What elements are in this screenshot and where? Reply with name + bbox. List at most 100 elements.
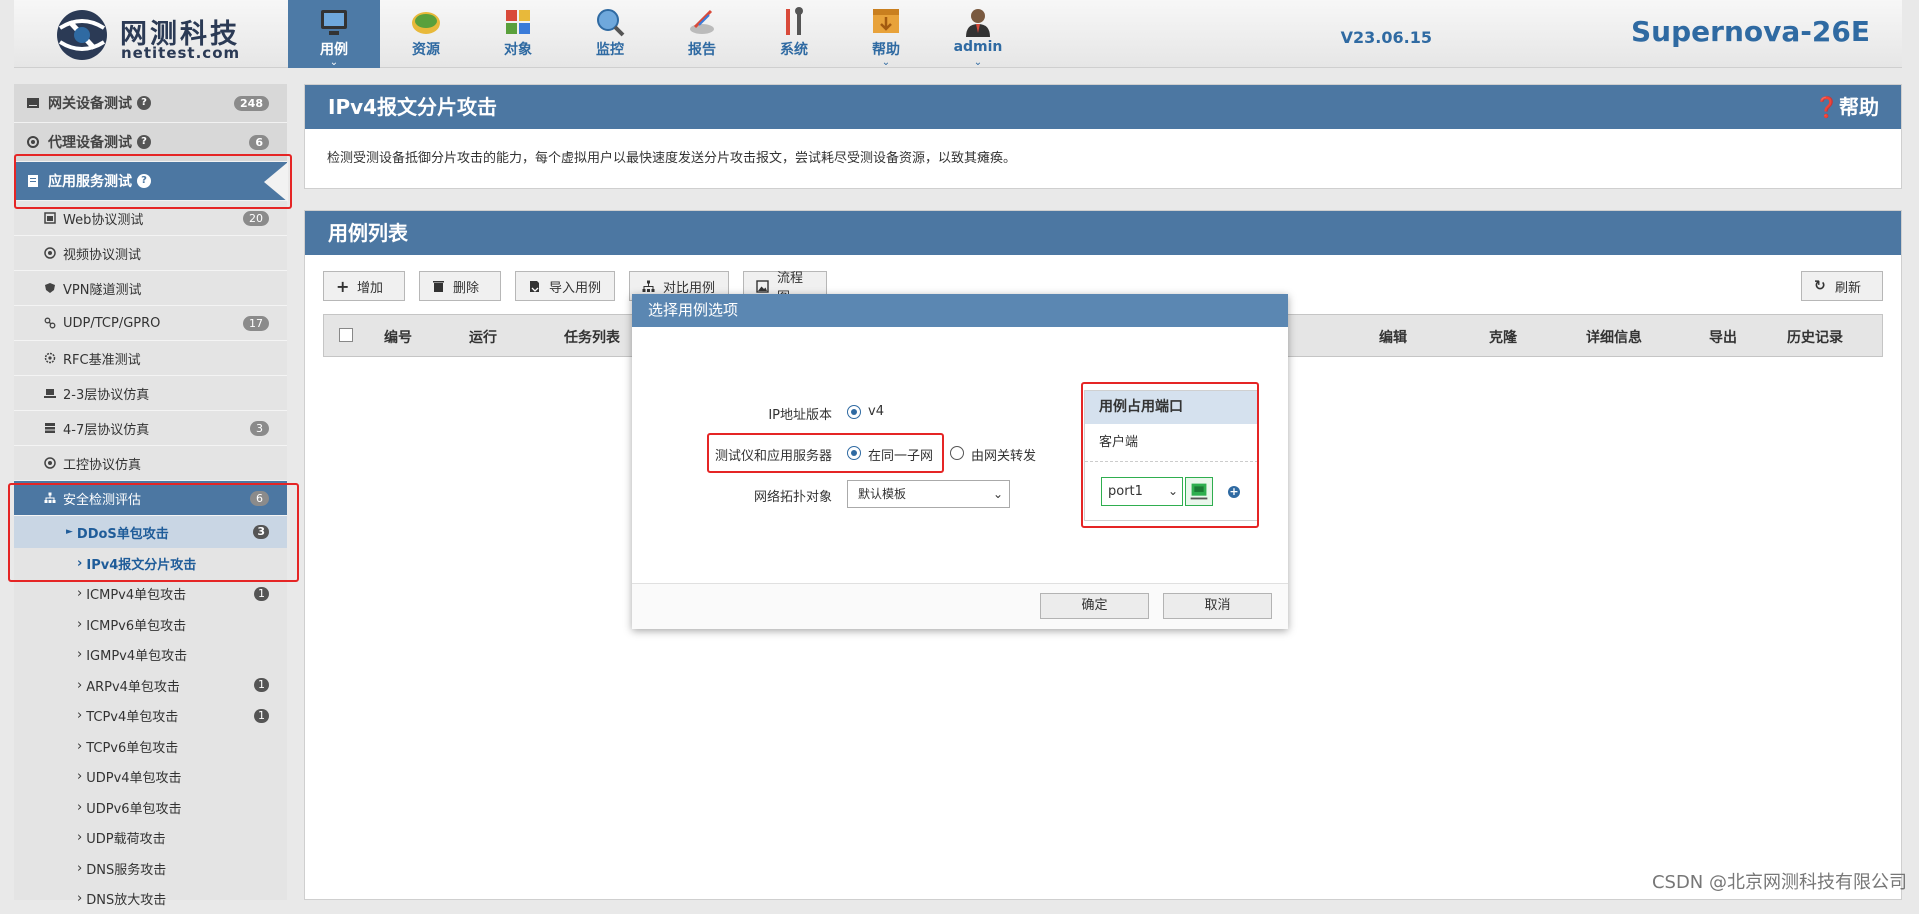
gateway-forward-label: 由网关转发 xyxy=(971,445,1036,464)
count-badge: 20 xyxy=(243,211,269,226)
web-icon xyxy=(44,212,56,224)
import-case-button[interactable]: 导入用例 xyxy=(515,271,615,301)
page-description: 检测受测设备抵御分片攻击的能力，每个虚拟用户以最快速度发送分片攻击报文，尝试耗尽… xyxy=(305,129,1901,166)
count-badge: 248 xyxy=(234,96,269,111)
nav-label: 报告 xyxy=(656,39,748,59)
col-run[interactable]: 运行 xyxy=(469,327,497,347)
sidebar-leaf-udpv6[interactable]: ›UDPv6单包攻击 xyxy=(14,792,287,823)
sidebar-group-gateway[interactable]: 网关设备测试 ? 248 xyxy=(14,84,287,123)
add-button[interactable]: + 增加 xyxy=(323,271,405,301)
ip-version-row: IP地址版本 v4 xyxy=(632,398,1062,426)
sidebar-leaf-label: UDP载荷攻击 xyxy=(86,828,165,847)
nav-monitor[interactable]: 监控 xyxy=(564,0,656,68)
help-link[interactable]: ❓帮助 xyxy=(1814,85,1879,129)
chevron-right-icon: › xyxy=(77,678,82,693)
link-icon xyxy=(44,317,56,329)
proxy-icon xyxy=(26,135,40,149)
sidebar-item-video[interactable]: 视频协议测试 xyxy=(14,236,287,271)
col-edit[interactable]: 编辑 xyxy=(1379,327,1407,347)
sidebar-item-udp-tcp[interactable]: UDP/TCP/GPRO 17 xyxy=(14,306,287,341)
sidebar-leaf-tcpv6[interactable]: ›TCPv6单包攻击 xyxy=(14,731,287,762)
sidebar-leaf-dns-amplify[interactable]: ›DNS放大攻击 xyxy=(14,884,287,914)
sidebar-leaf-icmpv6[interactable]: ›ICMPv6单包攻击 xyxy=(14,609,287,640)
col-tasks[interactable]: 任务列表 xyxy=(564,327,620,347)
sidebar-leaf-tcpv4[interactable]: ›TCPv4单包攻击1 xyxy=(14,701,287,732)
nav-cases[interactable]: 用例 ⌄ xyxy=(288,0,380,68)
user-icon xyxy=(961,5,995,39)
sidebar-item-rfc[interactable]: RFC基准测试 xyxy=(14,341,287,376)
refresh-button[interactable]: ↻ 刷新 xyxy=(1801,271,1883,301)
delete-button-label: 删除 xyxy=(453,277,479,296)
nav-objects[interactable]: 对象 xyxy=(472,0,564,68)
sidebar-leaf-udpv4[interactable]: ›UDPv4单包攻击 xyxy=(14,762,287,793)
col-details[interactable]: 详细信息 xyxy=(1586,327,1642,347)
monitor-icon xyxy=(317,5,351,39)
sidebar-item-label: 工控协议仿真 xyxy=(63,454,141,473)
nav-admin[interactable]: admin ⌄ xyxy=(932,0,1024,68)
sidebar-group-label: 网关设备测试 xyxy=(48,93,132,113)
chevron-right-icon: › xyxy=(77,708,82,723)
sidebar-leaf-label: ICMPv4单包攻击 xyxy=(86,584,186,603)
nav-system[interactable]: 系统 xyxy=(748,0,840,68)
sidebar-leaf-igmpv4[interactable]: ›IGMPv4单包攻击 xyxy=(14,640,287,671)
ip-v4-radio[interactable] xyxy=(847,405,861,419)
topology-select[interactable]: 默认模板 ⌄ xyxy=(847,480,1010,508)
nav-reports[interactable]: 报告 xyxy=(656,0,748,68)
sidebar-leaf-label: ICMPv6单包攻击 xyxy=(86,615,186,634)
sidebar-leaf-label: TCPv6单包攻击 xyxy=(86,737,178,756)
trash-icon xyxy=(432,280,445,293)
select-all-checkbox[interactable] xyxy=(339,328,353,342)
sidebar-leaf-udp-payload[interactable]: ›UDP载荷攻击 xyxy=(14,823,287,854)
help-icon[interactable]: ? xyxy=(137,96,151,110)
object-icon xyxy=(501,5,535,39)
help-link-label: 帮助 xyxy=(1839,95,1879,119)
image-icon xyxy=(756,280,769,293)
sidebar-item-l23[interactable]: 2-3层协议仿真 xyxy=(14,376,287,411)
stack-icon xyxy=(44,422,56,434)
sidebar-leaf-label: UDPv6单包攻击 xyxy=(86,798,181,817)
refresh-icon: ↻ xyxy=(1814,280,1827,293)
dialog-footer: 确定 取消 xyxy=(632,583,1288,629)
sidebar-group-label: 代理设备测试 xyxy=(48,132,132,152)
chevron-down-icon: ⌄ xyxy=(993,481,1003,507)
help-circle-icon: ❓ xyxy=(1814,95,1839,119)
page-title: IPv4报文分片攻击 xyxy=(328,95,497,119)
gear-icon xyxy=(44,352,56,364)
col-export[interactable]: 导出 xyxy=(1709,327,1737,347)
gateway-forward-radio[interactable] xyxy=(950,446,964,460)
topology-label: 网络拓扑对象 xyxy=(754,486,832,505)
watermark: CSDN @北京网测科技有限公司 xyxy=(1652,868,1907,894)
col-clone[interactable]: 克隆 xyxy=(1489,327,1517,347)
sidebar-leaf-icmpv4[interactable]: ›ICMPv4单包攻击1 xyxy=(14,579,287,610)
confirm-button[interactable]: 确定 xyxy=(1040,593,1149,619)
tools-icon xyxy=(777,5,811,39)
nav-resources[interactable]: 资源 xyxy=(380,0,472,68)
col-history[interactable]: 历史记录 xyxy=(1787,327,1843,347)
add-button-label: 增加 xyxy=(357,277,383,296)
col-number[interactable]: 编号 xyxy=(384,327,412,347)
chevron-right-icon: › xyxy=(77,891,82,906)
sidebar-item-l47[interactable]: 4-7层协议仿真 3 xyxy=(14,411,287,446)
sidebar-leaf-label: DNS服务攻击 xyxy=(86,859,166,878)
cancel-button[interactable]: 取消 xyxy=(1163,593,1272,619)
sidebar-item-vpn[interactable]: VPN隧道测试 xyxy=(14,271,287,306)
top-bar: 网测科技 netitest.com 用例 ⌄ 资源 对象 监控 报告 系统 xyxy=(14,0,1902,68)
topology-select-value: 默认模板 xyxy=(858,487,906,501)
dialog-title: 选择用例选项 xyxy=(632,294,1288,327)
count-badge: 6 xyxy=(249,135,269,150)
delete-button[interactable]: 删除 xyxy=(419,271,501,301)
help-icon[interactable]: ? xyxy=(137,135,151,149)
count-badge: 3 xyxy=(250,421,269,436)
nav-label: 用例 xyxy=(288,39,380,59)
sidebar-item-ics[interactable]: 工控协议仿真 xyxy=(14,446,287,481)
video-icon xyxy=(44,247,56,259)
report-icon xyxy=(685,5,719,39)
monitor-globe-icon xyxy=(593,5,627,39)
import-file-icon xyxy=(528,280,541,293)
sidebar-leaf-dns-service[interactable]: ›DNS服务攻击 xyxy=(14,853,287,884)
nav-label: 资源 xyxy=(380,39,472,59)
laptop-icon xyxy=(44,387,56,399)
sidebar-leaf-arpv4[interactable]: ›ARPv4单包攻击1 xyxy=(14,670,287,701)
nav-help[interactable]: 帮助 ⌄ xyxy=(840,0,932,68)
chevron-down-icon: ⌄ xyxy=(288,58,380,68)
